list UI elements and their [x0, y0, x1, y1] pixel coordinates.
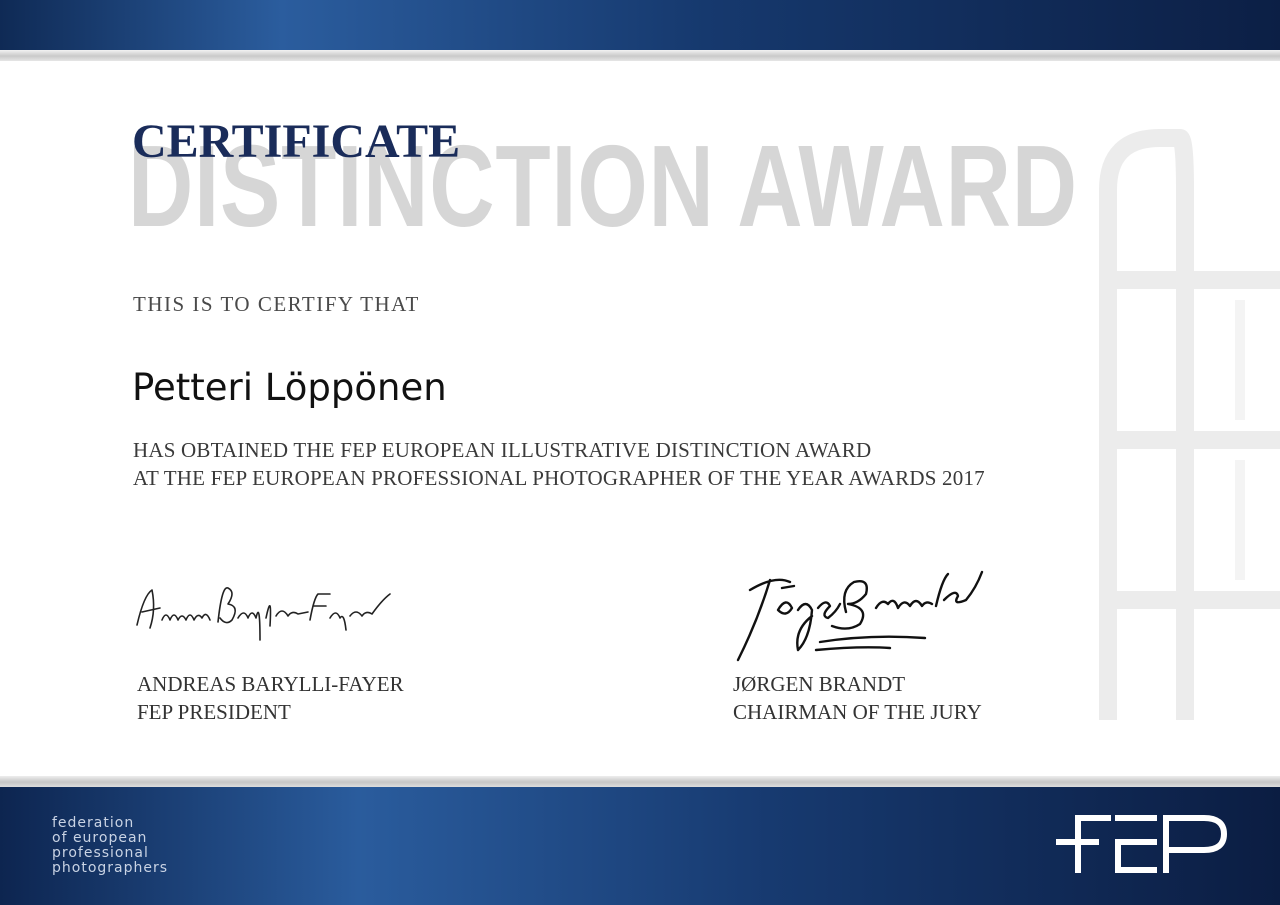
- award-description-line: HAS OBTAINED THE FEP EUROPEAN ILLUSTRATI…: [133, 438, 872, 462]
- jury-chairman-title: CHAIRMAN OF THE JURY: [733, 700, 982, 724]
- recipient-name: Petteri Löppönen: [132, 366, 447, 409]
- bottom-silver-stripe: [0, 776, 1280, 787]
- president-title: FEP PRESIDENT: [137, 700, 291, 724]
- organization-name-line: federation: [52, 815, 135, 831]
- organization-name: federation of european professional phot…: [52, 816, 168, 876]
- award-description-line: AT THE FEP EUROPEAN PROFESSIONAL PHOTOGR…: [133, 466, 985, 490]
- top-silver-stripe: [0, 50, 1280, 61]
- fep-logo: [1056, 815, 1228, 873]
- organization-name-line: photographers: [52, 860, 169, 876]
- jury-chairman-signature: [736, 570, 984, 662]
- organization-name-line: of european: [52, 830, 148, 846]
- certificate-page: DISTINCTION AWARD CERTIFICATE THIS IS TO…: [0, 0, 1280, 905]
- top-banner: [0, 0, 1280, 50]
- fep-watermark-logo: [1099, 129, 1280, 720]
- president-signature: [136, 587, 391, 641]
- certify-statement: THIS IS TO CERTIFY THAT: [133, 292, 420, 316]
- president-name: ANDREAS BARYLLI-FAYER: [137, 672, 404, 696]
- organization-name-line: professional: [52, 845, 149, 861]
- certificate-heading: CERTIFICATE: [132, 115, 461, 168]
- jury-chairman-name: JØRGEN BRANDT: [733, 672, 906, 696]
